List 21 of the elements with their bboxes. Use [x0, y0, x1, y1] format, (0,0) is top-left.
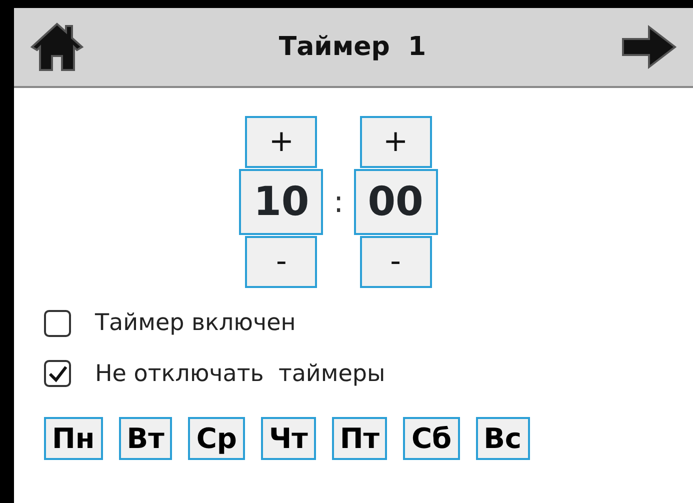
hours-value: 10	[239, 169, 324, 235]
day-button[interactable]: Сб	[403, 417, 460, 460]
time-separator: :	[333, 184, 344, 222]
day-button[interactable]: Чт	[260, 417, 316, 460]
checkbox-label: Не отключать таймеры	[95, 360, 386, 388]
minutes-increase-button[interactable]: +	[360, 116, 432, 168]
hours-increase-button[interactable]: +	[245, 116, 318, 168]
arrow-right-icon[interactable]	[620, 25, 677, 69]
checkbox[interactable]	[44, 360, 71, 388]
day-button[interactable]: Вс	[476, 417, 530, 460]
home-icon[interactable]	[30, 20, 84, 74]
checkbox-label: Таймер включен	[95, 309, 296, 338]
minutes-value: 00	[354, 169, 438, 235]
screen-title: Таймер 1	[278, 30, 426, 64]
checkbox[interactable]	[44, 310, 71, 337]
day-button[interactable]: Ср	[188, 417, 245, 460]
minutes-decrease-button[interactable]: -	[360, 236, 432, 288]
day-button[interactable]: Пт	[332, 417, 388, 460]
hours-decrease-button[interactable]: -	[245, 236, 318, 288]
day-button[interactable]: Пн	[44, 417, 103, 460]
day-button[interactable]: Вт	[118, 417, 172, 460]
